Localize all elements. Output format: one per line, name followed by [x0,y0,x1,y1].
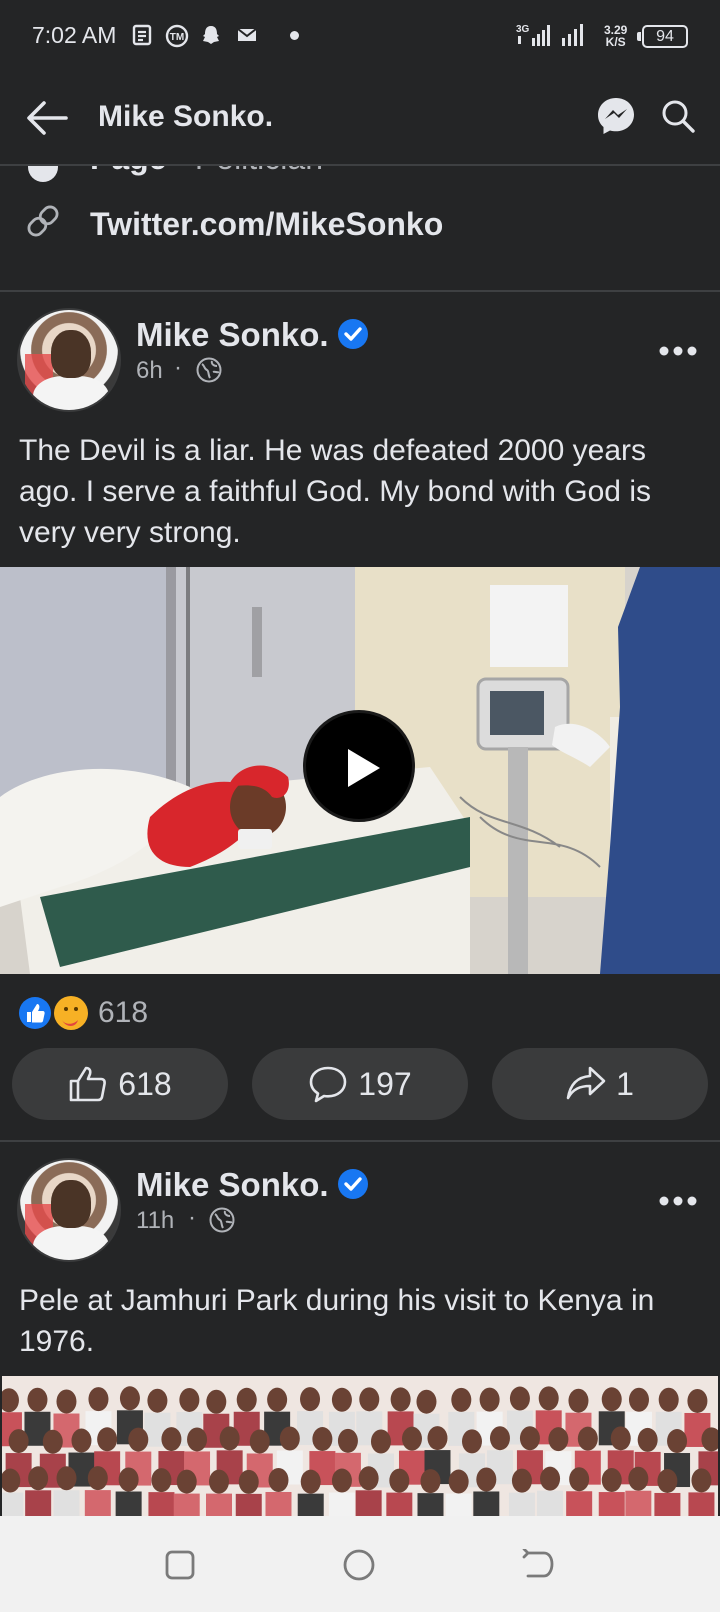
app-bar: Mike Sonko. [0,72,720,166]
post-author[interactable]: Mike Sonko. [136,316,329,354]
category-label: Page [90,166,166,176]
status-bar: 7:02 AM TM 3G 3.29 K/S 94 [0,0,720,72]
system-nav-bar [0,1516,720,1612]
category-value: Politician [195,166,323,176]
share-count: 1 [616,1065,634,1102]
mail-icon [237,28,257,41]
search-icon[interactable] [660,98,696,134]
globe-icon [196,357,222,383]
signal-icon [562,24,583,46]
verified-badge-icon [338,319,368,349]
messenger-icon[interactable] [596,96,636,136]
play-icon [348,749,380,787]
comment-button[interactable]: 197 [252,1048,468,1120]
home-icon[interactable] [342,1548,376,1582]
network-speed: 3.29 K/S [604,24,627,48]
svg-text:TM: TM [170,32,184,43]
share-button[interactable]: 1 [492,1048,708,1120]
signal-3g-icon: 3G [516,24,550,46]
post-video[interactable] [0,567,720,974]
crowd-photo [2,1376,718,1516]
post-author[interactable]: Mike Sonko. [136,1166,329,1204]
post-time[interactable]: 11h [136,1207,174,1235]
comment-count: 197 [358,1065,412,1102]
arrow-left-icon[interactable] [26,100,68,136]
post-time[interactable]: 6h [136,357,163,385]
speed-unit: K/S [605,35,626,49]
page-category: Page · Politician [90,166,323,177]
like-button[interactable]: 618 [12,1048,228,1120]
meta-separator: · [188,1204,196,1231]
status-time: 7:02 AM [32,22,117,48]
play-button[interactable] [303,710,415,822]
more-options-icon[interactable] [658,345,698,357]
battery-indicator: 94 [637,25,688,48]
reaction-count[interactable]: 618 [98,996,148,1030]
meta-separator: · [174,354,182,381]
post-text: The Devil is a liar. He was defeated 200… [19,434,651,549]
link-icon [27,205,59,237]
recent-apps-icon[interactable] [164,1549,196,1581]
reaction-icons[interactable] [16,994,94,1032]
snapchat-icon [203,26,219,44]
post-photo[interactable] [2,1376,718,1516]
tm-app-icon: TM [165,24,189,48]
news-icon [132,24,152,46]
page-title: Mike Sonko. [98,100,274,133]
notification-dot [290,31,299,40]
info-icon [28,166,58,182]
avatar[interactable] [17,308,121,412]
divider [0,1140,720,1142]
like-count: 618 [118,1065,172,1102]
twitter-link[interactable]: Twitter.com/MikeSonko [90,206,443,243]
more-options-icon[interactable] [658,1195,698,1207]
page-info: Page · Politician Twitter.com/MikeSonko [0,166,720,290]
divider [0,290,720,292]
share-icon [566,1066,606,1100]
post-text: Pele at Jamhuri Park during his visit to… [19,1284,655,1358]
svg-text:3G: 3G [516,24,530,35]
back-icon[interactable] [522,1549,556,1581]
verified-badge-icon [338,1169,368,1199]
thumbs-up-icon [69,1066,107,1102]
comment-icon [309,1066,347,1103]
avatar[interactable] [17,1158,121,1262]
globe-icon [209,1207,235,1233]
